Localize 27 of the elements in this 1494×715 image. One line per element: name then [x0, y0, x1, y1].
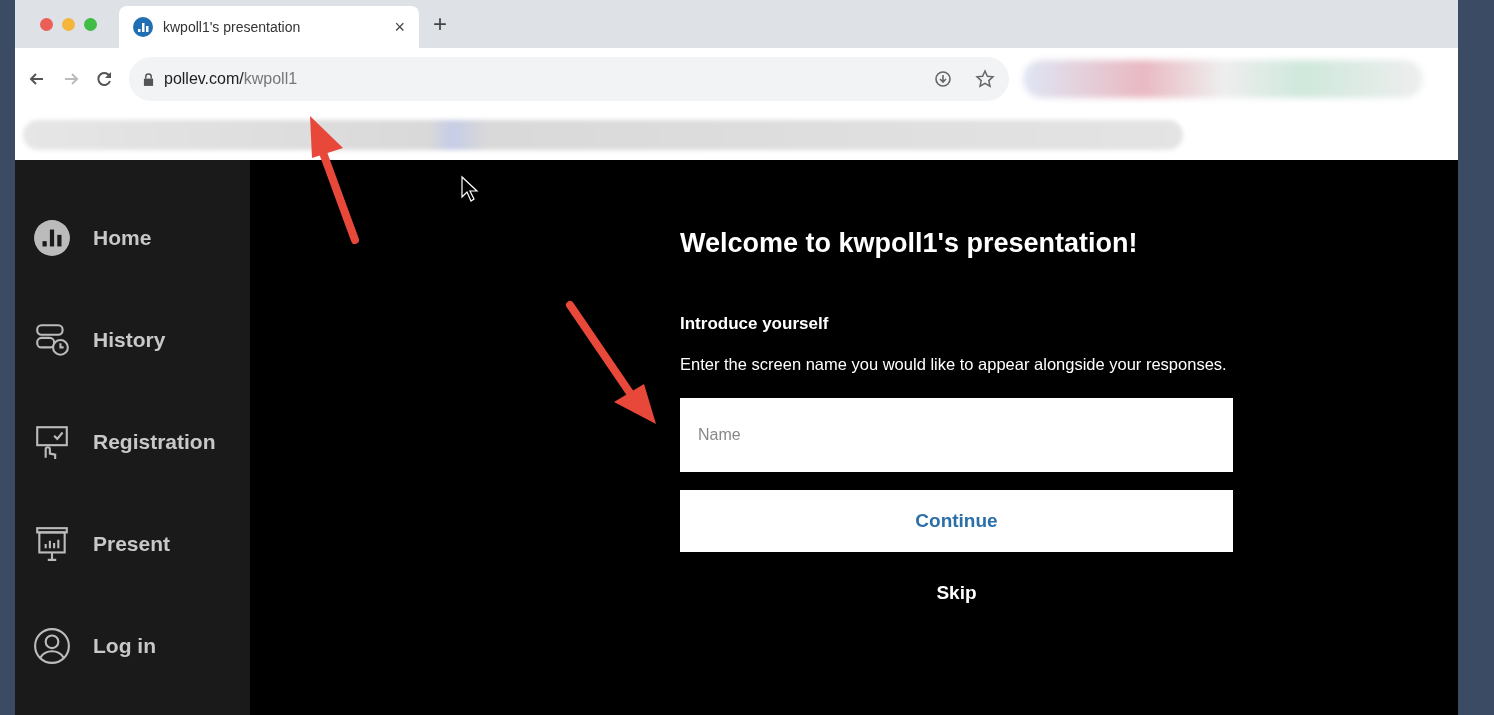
welcome-heading: Welcome to kwpoll1's presentation!: [680, 228, 1139, 259]
download-icon[interactable]: [933, 69, 953, 89]
lock-icon: [143, 72, 154, 86]
close-window-button[interactable]: [40, 17, 53, 31]
bar-chart-logo-icon: [33, 219, 71, 257]
new-tab-button[interactable]: +: [419, 10, 461, 38]
sidebar-item[interactable]: Present: [15, 524, 250, 564]
continue-button[interactable]: Continue: [680, 490, 1233, 552]
skip-link[interactable]: Skip: [936, 582, 977, 604]
sidebar-item[interactable]: History: [15, 320, 250, 360]
tab-title: kwpoll1's presentation: [163, 19, 302, 35]
browser-tab[interactable]: kwpoll1's presentation ×: [119, 6, 419, 48]
poll-logo-icon: [133, 17, 153, 37]
touch-screen-icon: [33, 423, 71, 461]
sidebar-item[interactable]: Registration: [15, 422, 250, 462]
instruction-text: Enter the screen name you would like to appear alongside your responses.: [680, 354, 1228, 375]
sidebar-item[interactable]: Log in: [15, 626, 250, 666]
sidebar-item[interactable]: Home: [15, 218, 250, 258]
star-icon[interactable]: [975, 69, 995, 89]
close-tab-button[interactable]: ×: [394, 16, 405, 38]
introduce-heading: Introduce yourself: [680, 314, 830, 334]
name-input-field[interactable]: Name: [680, 398, 1233, 472]
history-icon: [33, 321, 71, 359]
mouse-cursor-icon: [461, 175, 479, 202]
address-bar[interactable]: pollev.com/kwpoll1: [129, 57, 1009, 101]
presentation-board-icon: [33, 525, 71, 563]
user-icon: [33, 627, 71, 665]
